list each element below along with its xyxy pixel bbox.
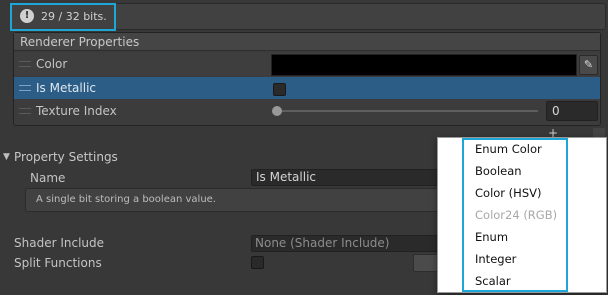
menu-highlight-box — [462, 138, 568, 292]
eyedropper-icon[interactable]: ✎ — [579, 55, 598, 75]
name-label: Name — [30, 171, 66, 185]
texture-index-input[interactable]: 0 — [546, 101, 598, 121]
split-functions-label: Split Functions — [14, 256, 102, 270]
drag-handle-icon[interactable] — [19, 108, 31, 114]
split-functions-checkbox[interactable] — [251, 256, 264, 269]
property-settings-title[interactable]: Property Settings — [14, 150, 118, 164]
is-metallic-checkbox[interactable] — [273, 83, 286, 96]
shader-include-label: Shader Include — [14, 236, 105, 250]
bits-highlight-box — [10, 3, 116, 31]
texture-index-label: Texture Index — [36, 104, 117, 118]
name-field[interactable]: Is Metallic — [251, 169, 441, 186]
shader-include-field[interactable]: None (Shader Include) — [251, 235, 441, 252]
color-swatch-field[interactable] — [271, 54, 577, 76]
texture-index-slider-knob[interactable] — [272, 106, 282, 116]
description-text: A single bit storing a boolean value. — [36, 194, 216, 205]
renderer-properties-title: Renderer Properties — [20, 35, 140, 49]
texture-index-slider-track[interactable] — [276, 110, 538, 112]
color-label: Color — [36, 57, 68, 71]
drag-handle-icon[interactable] — [19, 61, 31, 67]
foldout-arrow-icon[interactable]: ▼ — [3, 152, 10, 162]
drag-handle-icon[interactable] — [19, 85, 31, 91]
property-row-is-metallic[interactable] — [14, 77, 600, 99]
is-metallic-label: Is Metallic — [36, 81, 96, 95]
